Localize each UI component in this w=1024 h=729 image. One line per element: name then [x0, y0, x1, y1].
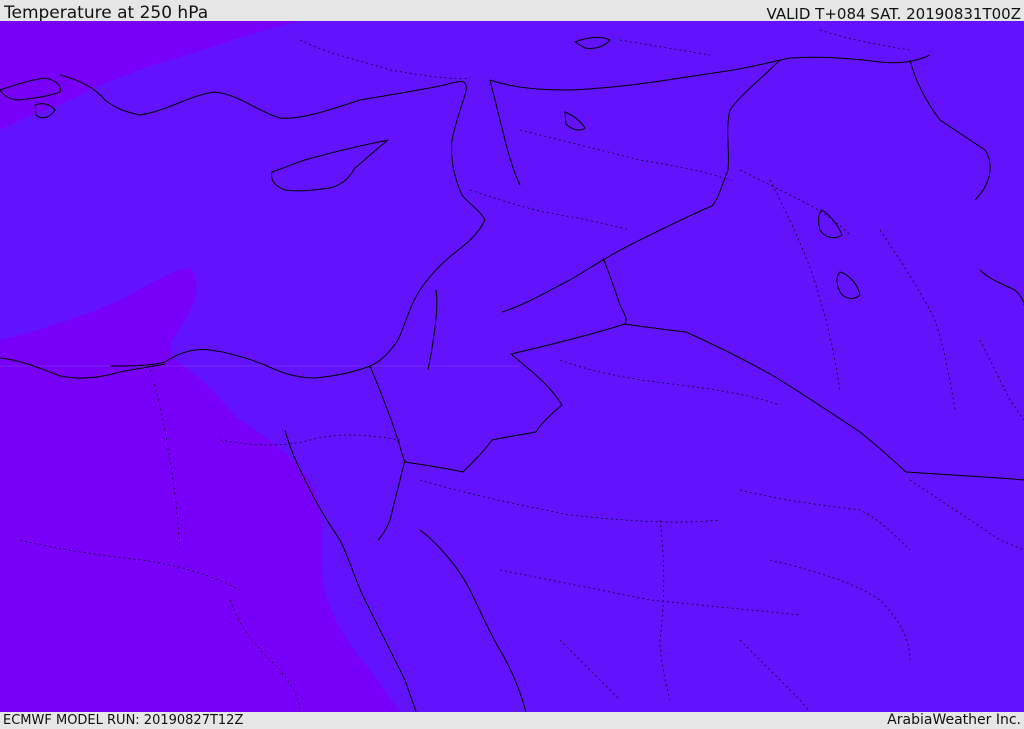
map-frame: Temperature at 250 hPa VALID T+084 SAT. … — [0, 0, 1024, 729]
weather-map[interactable] — [0, 21, 1024, 712]
footer-bar: ECMWF MODEL RUN: 20190827T12Z ArabiaWeat… — [0, 712, 1024, 729]
credit-label: ArabiaWeather Inc. — [887, 712, 1021, 728]
model-run-label: ECMWF MODEL RUN: 20190827T12Z — [3, 713, 244, 728]
map-title: Temperature at 250 hPa — [4, 3, 209, 23]
map-canvas — [0, 21, 1024, 712]
header-bar: Temperature at 250 hPa VALID T+084 SAT. … — [0, 0, 1024, 23]
